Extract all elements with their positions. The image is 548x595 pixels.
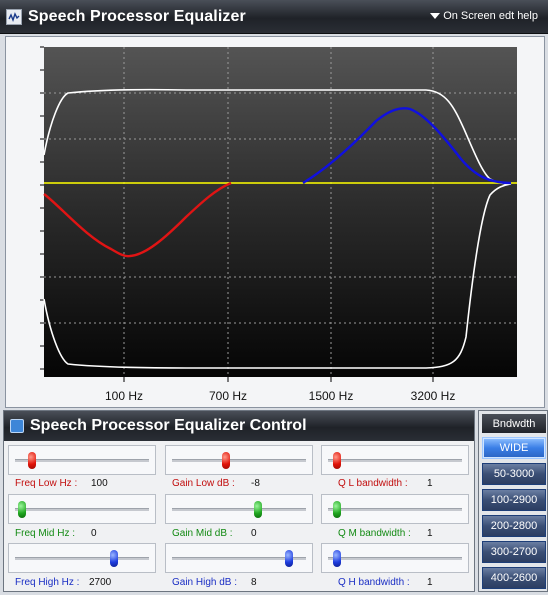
x-tick-3200hz: 3200 Hz (411, 389, 456, 403)
bandwidth-400-2600-button[interactable]: 400-2600 (482, 567, 546, 589)
q-high-value: 1 (427, 577, 433, 588)
q-mid-slider[interactable] (321, 494, 469, 524)
bandwidth-panel: Bndwdth WIDE 50-3000 100-2900 200-2800 3… (478, 410, 548, 592)
bandwidth-100-2900-button[interactable]: 100-2900 (482, 489, 546, 511)
x-tick-700hz: 700 Hz (209, 389, 247, 403)
equalizer-graph-frame: 100 Hz 700 Hz 1500 Hz 3200 Hz (5, 36, 545, 408)
bandwidth-200-2800-button[interactable]: 200-2800 (482, 515, 546, 537)
gain-high-label: Gain High dB : (172, 577, 238, 588)
window-title: Speech Processor Equalizer (28, 7, 246, 25)
x-tick-100hz: 100 Hz (105, 389, 143, 403)
bandwidth-header: Bndwdth (482, 414, 546, 433)
freq-mid-value: 0 (91, 528, 97, 539)
q-mid-thumb[interactable] (333, 501, 342, 518)
control-panel-icon (10, 419, 24, 433)
dropdown-triangle-icon (430, 13, 441, 19)
gain-low-value: -8 (251, 478, 260, 489)
freq-mid-thumb[interactable] (17, 501, 26, 518)
bandwidth-300-2700-button[interactable]: 300-2700 (482, 541, 546, 563)
help-toggle[interactable]: On Screen edt help (430, 10, 538, 22)
equalizer-app-icon (6, 8, 22, 25)
equalizer-control-panel: Speech Processor Equalizer Control Freq … (3, 410, 475, 592)
q-low-thumb[interactable] (333, 452, 342, 469)
freq-high-thumb[interactable] (109, 550, 118, 567)
freq-low-slider[interactable] (8, 445, 156, 475)
bandwidth-wide-button[interactable]: WIDE (482, 437, 546, 459)
q-low-label: Q L bandwidth : (338, 478, 408, 489)
freq-mid-label: Freq Mid Hz : (15, 528, 76, 539)
plot-background (44, 47, 517, 377)
control-panel-title: Speech Processor Equalizer Control (30, 417, 307, 434)
q-low-value: 1 (427, 478, 433, 489)
q-mid-label: Q M bandwidth : (338, 528, 411, 539)
gain-high-slider[interactable] (165, 543, 313, 573)
q-low-slider[interactable] (321, 445, 469, 475)
q-high-thumb[interactable] (333, 550, 342, 567)
q-high-label: Q H bandwidth : (338, 577, 410, 588)
gain-high-value: 8 (251, 577, 257, 588)
gain-low-thumb[interactable] (222, 452, 231, 469)
q-mid-value: 1 (427, 528, 433, 539)
freq-mid-slider[interactable] (8, 494, 156, 524)
x-tick-1500hz: 1500 Hz (309, 389, 354, 403)
control-panel-header: Speech Processor Equalizer Control (4, 411, 474, 441)
gain-low-slider[interactable] (165, 445, 313, 475)
gain-low-label: Gain Low dB : (172, 478, 235, 489)
q-high-slider[interactable] (321, 543, 469, 573)
freq-low-label: Freq Low Hz : (15, 478, 78, 489)
help-label: On Screen edt help (443, 10, 538, 22)
freq-high-label: Freq High Hz : (15, 577, 80, 588)
gain-mid-value: 0 (251, 528, 257, 539)
freq-low-value: 100 (91, 478, 108, 489)
gain-mid-label: Gain Mid dB : (172, 528, 233, 539)
freq-low-thumb[interactable] (27, 452, 36, 469)
equalizer-graph[interactable]: 100 Hz 700 Hz 1500 Hz 3200 Hz (6, 37, 546, 409)
bandwidth-50-3000-button[interactable]: 50-3000 (482, 463, 546, 485)
freq-high-value: 2700 (89, 577, 112, 588)
freq-high-slider[interactable] (8, 543, 156, 573)
x-axis-ticks (123, 377, 434, 382)
y-axis-ticks (40, 46, 44, 370)
gain-high-thumb[interactable] (285, 550, 294, 567)
gain-mid-thumb[interactable] (253, 501, 262, 518)
gain-mid-slider[interactable] (165, 494, 313, 524)
title-bar: Speech Processor Equalizer On Screen edt… (0, 0, 548, 34)
